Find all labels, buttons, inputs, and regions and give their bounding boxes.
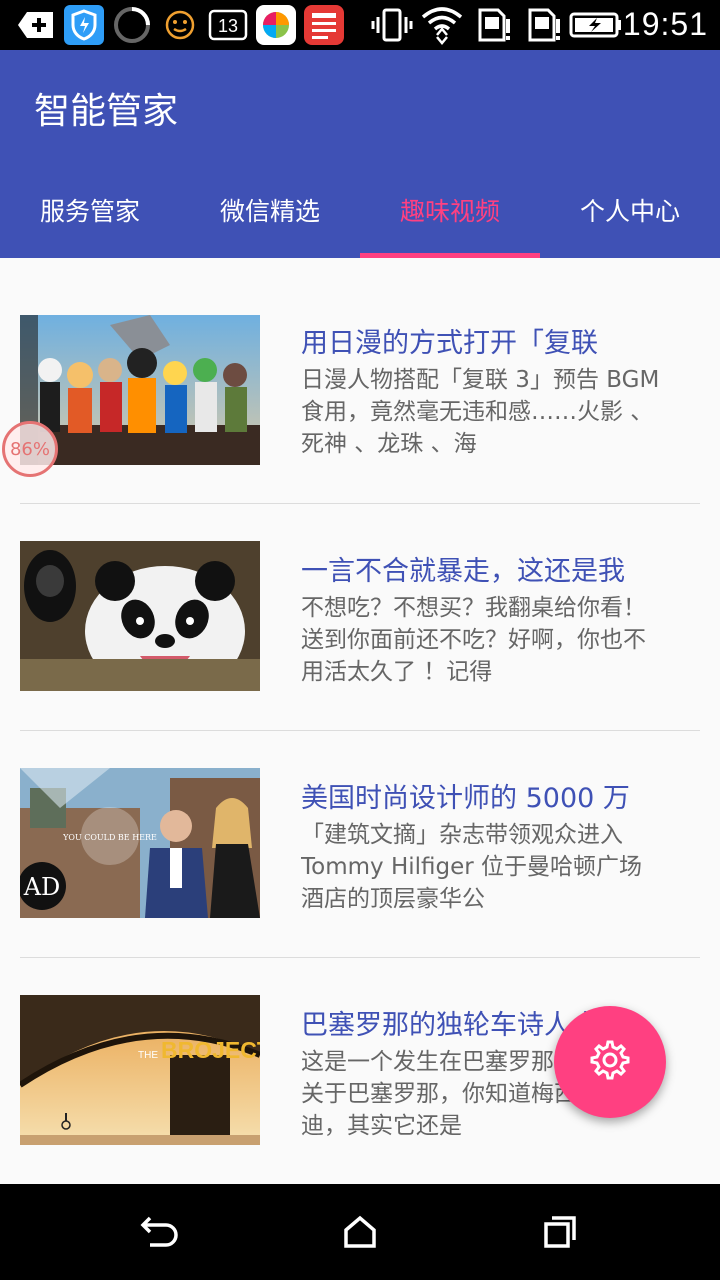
- navigation-bar: [0, 1184, 720, 1280]
- tab-service[interactable]: 服务管家: [0, 162, 180, 258]
- tab-videos[interactable]: 趣味视频: [360, 162, 540, 258]
- loading-ring-icon: [112, 7, 152, 43]
- recents-icon[interactable]: [530, 1202, 590, 1262]
- sim-1-icon: [474, 7, 514, 43]
- tab-profile[interactable]: 个人中心: [540, 162, 720, 258]
- battery-charging-icon: [568, 7, 624, 43]
- designer-portrait-image: AD YOU COULD BE HERE: [20, 768, 260, 918]
- news-app-icon: [304, 5, 344, 45]
- bridge-unicycle-image: THE BROJECT: [20, 995, 260, 1145]
- item-desc: 「建筑文摘」杂志带领观众进入 Tommy Hilfiger 位于曼哈顿广场酒店的…: [301, 822, 643, 912]
- item-desc: 不想吃？不想买？我翻桌给你看！送到你面前还不吃？好啊，你也不用活太久了 ！记得: [301, 595, 646, 685]
- panda-image: [20, 541, 260, 691]
- item-title[interactable]: 用日漫的方式打开「复联: [301, 321, 701, 360]
- vibrate-icon: [370, 7, 414, 43]
- message-count-icon: 13: [208, 7, 248, 43]
- settings-fab[interactable]: [554, 1006, 666, 1118]
- list-item[interactable]: 用日漫的方式打开「复联 日漫人物搭配「复联 3」预告 BGM 食用，竟然毫无违和…: [20, 258, 700, 504]
- progress-badge[interactable]: 86%: [2, 421, 58, 477]
- wifi-icon: [420, 7, 464, 45]
- back-icon[interactable]: [130, 1202, 190, 1262]
- smiley-icon: [162, 7, 198, 43]
- list-item[interactable]: AD YOU COULD BE HERE 美国时尚设计师的 5000 万 「建筑…: [20, 731, 700, 958]
- status-time: 19:51: [622, 6, 708, 42]
- svg-text:13: 13: [218, 16, 238, 36]
- item-title[interactable]: 美国时尚设计师的 5000 万: [301, 776, 701, 815]
- app-title: 智能管家: [34, 91, 179, 132]
- item-title[interactable]: 一言不合就暴走，这还是我: [301, 549, 701, 588]
- shield-icon: [64, 5, 104, 45]
- settings-gear-icon: [588, 1038, 632, 1086]
- home-icon[interactable]: [330, 1202, 390, 1262]
- sim-2-icon: [524, 7, 564, 43]
- svg-text:THE: THE: [138, 1050, 158, 1061]
- svg-text:AD: AD: [23, 873, 61, 901]
- app-bar: 智能管家: [0, 50, 720, 162]
- add-notification-icon: [16, 7, 56, 43]
- list-item[interactable]: 一言不合就暴走，这还是我 不想吃？不想买？我翻桌给你看！送到你面前还不吃？好啊，…: [20, 504, 700, 731]
- tab-bar: 服务管家 微信精选 趣味视频 个人中心: [0, 162, 720, 258]
- tab-wechat[interactable]: 微信精选: [180, 162, 360, 258]
- svg-text:YOU COULD BE HERE: YOU COULD BE HERE: [62, 833, 157, 842]
- app-store-icon: [256, 5, 296, 45]
- svg-text:BROJECT: BROJECT: [161, 1037, 260, 1063]
- status-bar: 13 19:51: [0, 0, 720, 50]
- item-desc: 日漫人物搭配「复联 3」预告 BGM 食用，竟然毫无违和感……火影 、死神 、龙…: [301, 367, 660, 457]
